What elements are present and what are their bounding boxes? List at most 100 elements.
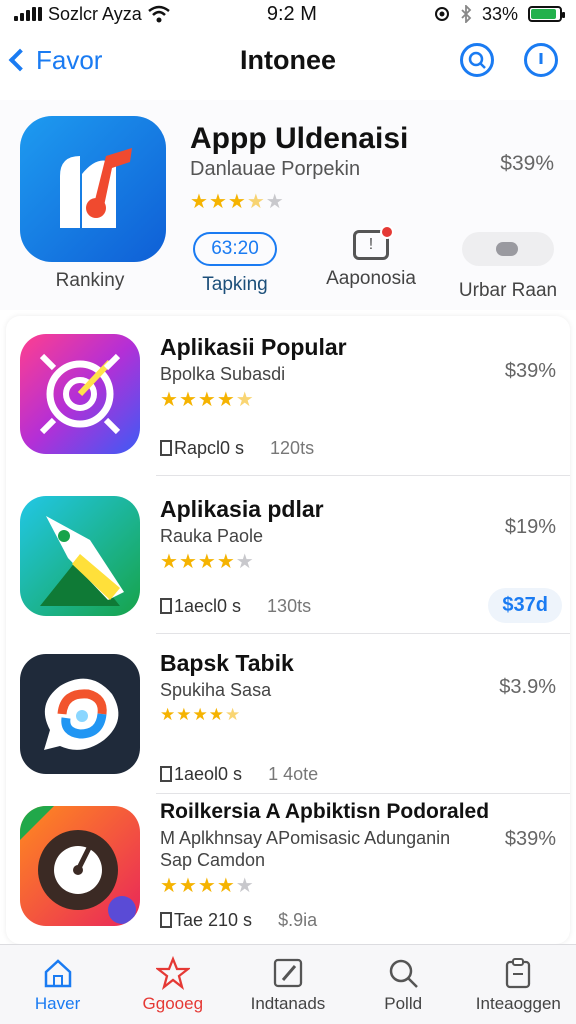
- get-button[interactable]: $37d: [488, 588, 562, 623]
- tab-label: Indtanads: [250, 993, 326, 1013]
- app-subtitle: M Aplkhnsay APomisasic Adunganin: [160, 828, 451, 848]
- ranking-label: Rankiny: [55, 270, 125, 291]
- app-meta: Rapcl0 s 120ts: [160, 438, 314, 459]
- chat-icon: !: [353, 225, 394, 260]
- list-item[interactable]: Aplikasii Popular Bpolka Subasdi ★ ★ ★ ★ ★ $…: [6, 316, 570, 476]
- info-button[interactable]: [524, 43, 558, 77]
- app-subtitle: Rauka Paole: [160, 526, 264, 546]
- tab-search[interactable]: Polld: [348, 956, 458, 1014]
- rating-star: ★: [197, 875, 216, 897]
- rating-star: ★: [192, 705, 208, 724]
- download-icon: [160, 766, 172, 782]
- app-size: Tae 210 s: [174, 910, 253, 930]
- tapking-action[interactable]: 63:20 Tapking: [180, 232, 290, 296]
- rating-star: ★: [160, 389, 178, 411]
- rating-star: ★: [160, 551, 178, 573]
- rating-star: ★: [178, 389, 197, 411]
- rating-star: ★: [225, 705, 241, 724]
- search-icon: [348, 956, 458, 990]
- clock: 9:2 M: [266, 2, 317, 25]
- app-meta: 1aeol0 s 1 4ote: [160, 764, 318, 785]
- time-pill: 63:20: [193, 232, 277, 266]
- tab-home[interactable]: Haver: [3, 956, 113, 1014]
- app-price: $39%: [504, 828, 556, 850]
- tab-favorites[interactable]: Ggooeg: [118, 955, 228, 1014]
- rating-star: ★: [216, 875, 235, 897]
- list-item[interactable]: Bapsk Tabik Spukiha Sasa ★ ★ ★ ★ ★ $3.9% 1ae…: [6, 634, 570, 794]
- star-icon: [118, 955, 228, 990]
- rating-star: ★: [197, 389, 216, 411]
- ranking-action[interactable]: Rankiny: [40, 262, 140, 292]
- tab-label: Inteaoggen: [475, 993, 561, 1013]
- app-size: Rapcl0 s: [174, 438, 245, 458]
- battery-percent: 33%: [481, 3, 518, 24]
- tab-label: Haver: [34, 993, 81, 1013]
- clipboard-icon: [463, 956, 573, 990]
- tapking-label: Tapking: [202, 274, 268, 295]
- rating-star: ★: [208, 191, 227, 213]
- app-title: Roilkersia A Apbiktisn Podoraled: [160, 800, 490, 823]
- featured-app[interactable]: Appp Uldenaisi Danlauae Porpekin $39% ★ ★…: [0, 100, 576, 310]
- tab-bar: Haver Ggooeg Indtanads Polld Inteaoggen: [0, 944, 576, 1024]
- search-button[interactable]: [460, 43, 494, 77]
- featured-app-subtitle: Danlauae Porpekin: [190, 158, 361, 180]
- app-count: 120ts: [270, 438, 315, 458]
- app-subtitle: Bpolka Subasdi: [160, 364, 286, 384]
- rating-star: ★: [265, 191, 284, 213]
- rating-star: ★: [216, 389, 235, 411]
- rating-star: ★: [178, 551, 197, 573]
- list-item[interactable]: Roilkersia A Apbiktisn Podoraled M Aplkh…: [6, 794, 570, 944]
- tab-edit[interactable]: Indtanads: [233, 956, 343, 1014]
- app-rating: ★ ★ ★ ★ ★: [160, 552, 254, 572]
- app-meta: Tae 210 s $.9ia: [160, 910, 317, 931]
- edit-icon: [233, 956, 343, 990]
- tab-label: Polld: [384, 993, 423, 1013]
- featured-app-title: Appp Uldenaisi: [190, 122, 409, 155]
- rating-star: ★: [160, 875, 178, 897]
- tab-label: Ggooeg: [142, 993, 204, 1013]
- app-rating: ★ ★ ★ ★ ★: [160, 706, 240, 723]
- back-button[interactable]: Favor: [8, 44, 103, 76]
- featured-app-price: $39%: [500, 152, 554, 175]
- toggle-pill: [462, 232, 554, 266]
- lock-rotation-icon: [434, 7, 449, 21]
- rating-star: ★: [235, 389, 254, 411]
- app-icon-camera: [20, 806, 140, 926]
- download-icon: [160, 598, 172, 614]
- status-bar: Sozlcr Ayza 9:2 M 33%: [0, 0, 576, 28]
- rating-star: ★: [208, 705, 224, 724]
- bluetooth-icon: [461, 5, 472, 23]
- navigation-bar: Favor Intonee: [0, 30, 576, 90]
- app-icon-pen: [20, 496, 140, 616]
- urban-action[interactable]: Urbar Raan: [452, 232, 564, 302]
- app-price: $39%: [504, 360, 556, 382]
- tab-clipboard[interactable]: Inteaoggen: [463, 956, 573, 1014]
- list-item[interactable]: Aplikasia pdlar Rauka Paole ★ ★ ★ ★ ★ $19% 1…: [6, 476, 570, 634]
- rating-star: ★: [178, 875, 197, 897]
- search-icon: [468, 51, 486, 69]
- app-icon-target: [20, 334, 140, 454]
- wifi-icon: [147, 5, 170, 23]
- rating-star: ★: [227, 191, 246, 213]
- app-icon-swirl: [20, 654, 140, 774]
- app-rating: ★ ★ ★ ★ ★: [160, 390, 254, 410]
- back-label: Favor: [36, 44, 103, 75]
- app-title: Aplikasia pdlar: [160, 496, 324, 522]
- featured-app-rating: ★ ★ ★ ★ ★: [190, 192, 284, 212]
- notification-badge: [380, 225, 394, 239]
- rating-star: ★: [160, 705, 176, 724]
- messages-action[interactable]: ! Aaponosia: [316, 225, 426, 290]
- home-icon: [3, 956, 113, 990]
- info-icon: [539, 53, 543, 64]
- rating-star: ★: [235, 551, 254, 573]
- app-price: $3.9%: [499, 676, 556, 698]
- download-icon: [160, 440, 172, 456]
- signal-icon: [14, 7, 42, 21]
- rating-star: ★: [216, 551, 235, 573]
- app-rating: ★ ★ ★ ★ ★: [160, 876, 254, 896]
- rating-star: ★: [197, 551, 216, 573]
- rating-star: ★: [190, 191, 208, 213]
- messages-label: Aaponosia: [326, 268, 416, 289]
- rating-star: ★: [176, 705, 192, 724]
- app-size: 1aeol0 s: [174, 764, 243, 784]
